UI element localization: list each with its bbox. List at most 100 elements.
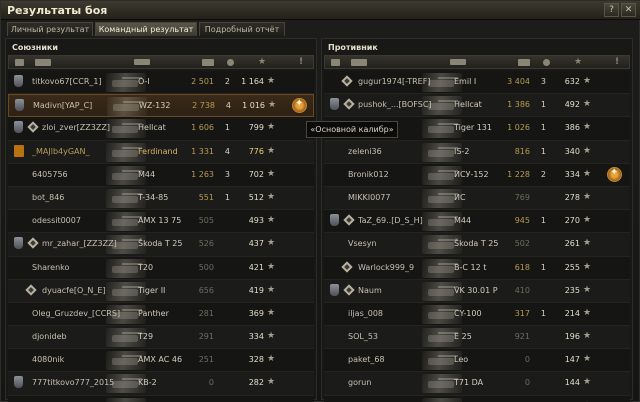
tab-personal-result[interactable]: Личный результат bbox=[7, 22, 93, 36]
player-name[interactable]: paket_68 bbox=[348, 355, 385, 364]
player-name[interactable]: Vsesyn bbox=[348, 239, 377, 248]
player-name[interactable]: gorun bbox=[348, 378, 371, 387]
player-name[interactable]: titkovo67[CCR_1] bbox=[32, 77, 102, 86]
player-name[interactable]: _MAJlb4yGAN_ bbox=[32, 147, 90, 156]
player-name[interactable]: pushok_...[BOFSC] bbox=[358, 100, 432, 109]
player-row[interactable]: sky112Hellcat0279★ bbox=[8, 395, 314, 402]
player-row[interactable]: Naum VK 30.01 P 410 235 ★ bbox=[324, 279, 630, 303]
player-row[interactable]: zloi_zver[ZZ3ZZ] Hellcat 1 606 1 799 ★ bbox=[8, 117, 314, 141]
player-row[interactable]: gugur1974[-TREF] Emil I 3 404 3 632 ★ bbox=[324, 71, 630, 95]
player-name[interactable]: SOL_53 bbox=[348, 332, 378, 341]
tank-name: Hellcat bbox=[138, 123, 166, 133]
player-row[interactable]: 6405756 M44 1 263 3 702 ★ bbox=[8, 163, 314, 187]
frags-column-icon[interactable] bbox=[543, 59, 550, 66]
badge-column-icon[interactable] bbox=[15, 59, 24, 66]
player-row[interactable]: Vsesyn Škoda T 25 502 261 ★ bbox=[324, 233, 630, 257]
damage-column-icon[interactable] bbox=[518, 59, 530, 66]
player-name[interactable]: TaZ_69..[D_S_H] bbox=[358, 216, 423, 225]
player-name[interactable]: 777titkovo777_2015 bbox=[32, 378, 114, 387]
player-row[interactable]: 4080nik AMX AC 46 251 328 ★ bbox=[8, 349, 314, 373]
player-row[interactable]: _MAJlb4yGAN_ Ferdinand 1 331 4 776 ★ bbox=[8, 140, 314, 164]
player-name[interactable]: 4080nik bbox=[32, 355, 64, 364]
medal-icon[interactable] bbox=[607, 166, 622, 182]
player-row[interactable]: Bronik012 ИСУ-152 1 228 2 334 ★ bbox=[324, 163, 630, 187]
frags-value: 1 bbox=[540, 123, 546, 133]
player-row[interactable]: iljas_008 CY-100 317 1 214 ★ bbox=[324, 302, 630, 327]
vehicle-badge-icon bbox=[330, 214, 340, 227]
player-row[interactable]: SOL_53 E 25 921 196 ★ bbox=[324, 326, 630, 350]
player-row[interactable]: titkovo67[CCR_1] O-I 2 501 2 1 164 ★ bbox=[8, 71, 314, 95]
star-icon: ★ bbox=[583, 168, 592, 179]
player-row[interactable]: djonideb T29 291 334 ★ bbox=[8, 326, 314, 350]
player-row[interactable]: bot_846 T-34-85 551 1 512 ★ bbox=[8, 186, 314, 211]
player-row[interactable]: mr_zahar_[ZZ3ZZ] Škoda T 25 526 437 ★ bbox=[8, 233, 314, 257]
frags-column-icon[interactable] bbox=[227, 59, 234, 66]
exp-value: 261 bbox=[564, 239, 580, 249]
player-name[interactable]: zloi_zver[ZZ3ZZ] bbox=[42, 123, 110, 132]
tab-detailed-report[interactable]: Подробный отчёт bbox=[199, 22, 285, 36]
star-icon: ★ bbox=[268, 100, 277, 111]
player-row[interactable]: Madivn[YAP_C] WZ-132 2 738 4 1 016 ★ bbox=[8, 94, 314, 118]
exp-column-star-icon[interactable]: ★ bbox=[574, 56, 582, 68]
player-name[interactable]: gugur1974[-TREF] bbox=[358, 77, 430, 86]
tank-column-icon[interactable] bbox=[134, 59, 150, 65]
exp-value: 1 164 bbox=[241, 77, 264, 86]
player-name[interactable]: odessit0007 bbox=[32, 216, 81, 225]
badge-column-icon[interactable] bbox=[331, 59, 340, 66]
star-icon: ★ bbox=[267, 76, 276, 86]
achievements-column-icon[interactable]: ! bbox=[299, 56, 303, 68]
player-row[interactable]: gorun T71 DA 0 144 ★ bbox=[324, 372, 630, 396]
player-name[interactable]: Sharenko bbox=[32, 263, 69, 272]
exp-value: 386 bbox=[564, 123, 580, 133]
damage-value: 251 bbox=[198, 355, 214, 365]
player-name[interactable]: MIKKI0077 bbox=[348, 193, 390, 202]
player-column-icon[interactable] bbox=[35, 59, 51, 66]
player-row[interactable]: odessit0007 AMX 13 75 505 493 ★ bbox=[8, 210, 314, 234]
frags-value: 2 bbox=[540, 169, 546, 179]
star-icon: ★ bbox=[583, 261, 592, 272]
player-row[interactable]: Warlock999_9 B-C 12 t 618 1 255 ★ bbox=[324, 256, 630, 280]
exp-column-star-icon[interactable]: ★ bbox=[258, 56, 266, 68]
title-bar[interactable]: Результаты боя ? ✕ bbox=[1, 1, 640, 20]
player-name[interactable]: Bronik012 bbox=[348, 170, 389, 179]
player-name[interactable]: dyuacfe[O_N_E] bbox=[42, 286, 106, 295]
player-name[interactable]: Madivn[YAP_C] bbox=[33, 101, 92, 110]
player-name[interactable]: iljas_008 bbox=[348, 309, 383, 318]
damage-value: 656 bbox=[198, 285, 214, 295]
player-name[interactable]: Naum bbox=[358, 286, 382, 295]
player-row[interactable]: MIKKI0077 ИС 769 278 ★ bbox=[324, 186, 630, 211]
player-row[interactable]: ver_serM4A3E2118127★ bbox=[324, 395, 630, 402]
player-column-icon[interactable] bbox=[351, 59, 367, 66]
player-row[interactable]: zeleni36 IS-2 816 1 340 ★ bbox=[324, 140, 630, 164]
player-name[interactable]: zeleni36 bbox=[348, 147, 382, 156]
player-row[interactable]: dyuacfe[O_N_E] Tiger II 656 419 ★ bbox=[8, 279, 314, 303]
damage-value: 291 bbox=[198, 332, 214, 342]
player-name[interactable]: bot_846 bbox=[32, 193, 64, 202]
tank-column-icon[interactable] bbox=[450, 59, 466, 65]
damage-value: 2 738 bbox=[192, 101, 215, 111]
exp-value: 369 bbox=[248, 308, 264, 318]
player-name[interactable]: djonideb bbox=[32, 332, 67, 341]
exp-value: 702 bbox=[248, 169, 264, 179]
close-button[interactable]: ✕ bbox=[621, 3, 636, 17]
player-name[interactable]: 6405756 bbox=[32, 170, 68, 179]
star-icon: ★ bbox=[267, 122, 276, 133]
damage-value: 1 386 bbox=[507, 100, 530, 110]
help-button[interactable]: ? bbox=[604, 3, 619, 17]
player-row[interactable]: Sharenko T20 500 421 ★ bbox=[8, 256, 314, 280]
damage-column-icon[interactable] bbox=[202, 59, 214, 66]
player-row[interactable]: paket_68 Leo 0 147 ★ bbox=[324, 349, 630, 373]
vehicle-badge-icon bbox=[14, 237, 24, 250]
exp-value: 282 bbox=[248, 378, 264, 388]
player-row[interactable]: pushok_...[BOFSC] Hellcat 1 386 1 492 ★ bbox=[324, 94, 630, 118]
achievements-column-icon[interactable]: ! bbox=[615, 56, 619, 68]
player-row[interactable]: Oleg_Gruzdev_[CCRS] Panther 281 369 ★ bbox=[8, 302, 314, 327]
tank-name: AMX AC 46 bbox=[138, 355, 183, 365]
tab-team-result[interactable]: Командный результат bbox=[95, 22, 197, 36]
exp-value: 235 bbox=[564, 285, 580, 295]
tank-name: Leo bbox=[454, 355, 469, 365]
player-name[interactable]: Warlock999_9 bbox=[358, 263, 414, 272]
player-row[interactable]: 777titkovo777_2015 KB-2 0 282 ★ bbox=[8, 372, 314, 396]
player-row[interactable]: TaZ_69..[D_S_H] M44 945 1 270 ★ bbox=[324, 210, 630, 234]
medal-icon[interactable] bbox=[292, 98, 307, 114]
